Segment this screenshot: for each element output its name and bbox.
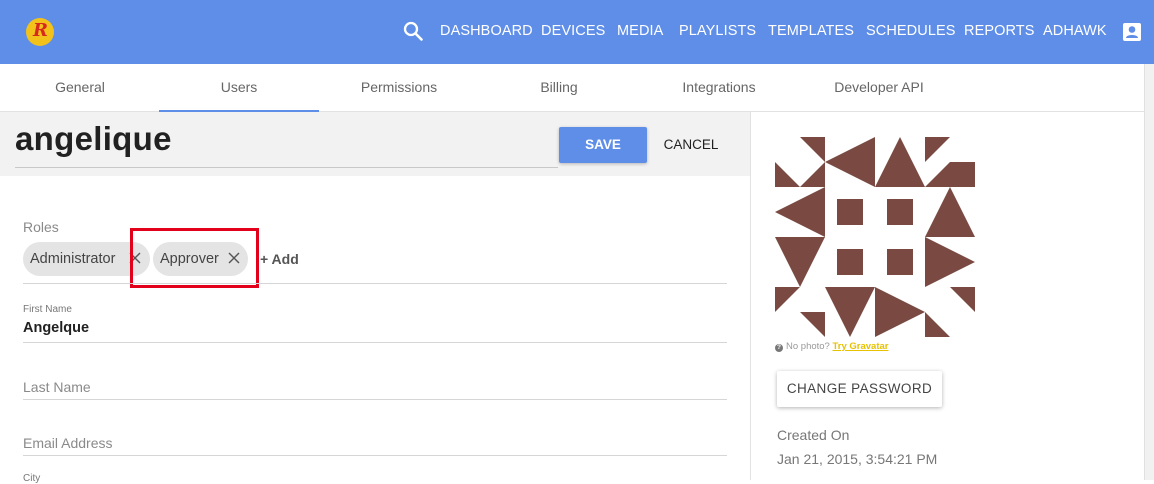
help-icon: ? — [775, 344, 783, 352]
nav-devices[interactable]: DEVICES — [541, 23, 605, 39]
roles-underline — [23, 283, 727, 284]
settings-tabs: General Users Permissions Billing Integr… — [0, 64, 1144, 112]
first-name-label: First Name — [23, 304, 72, 315]
nav-playlists[interactable]: PLAYLISTS — [679, 23, 756, 39]
avatar — [775, 137, 975, 337]
tab-general[interactable]: General — [0, 64, 160, 112]
no-photo-note: ? No photo? Try Gravatar — [775, 341, 888, 352]
email-field[interactable]: Email Address — [23, 435, 112, 451]
first-name-underline — [23, 342, 727, 343]
city-label: City — [23, 473, 41, 484]
last-name-field[interactable]: Last Name — [23, 379, 91, 395]
top-navigation-bar: R DASHBOARD DEVICES MEDIA PLAYLISTS TEMP… — [0, 0, 1154, 64]
tab-integrations[interactable]: Integrations — [639, 64, 799, 112]
no-photo-text: No photo? — [786, 341, 830, 352]
role-chip-label: Administrator — [30, 251, 116, 267]
highlight-box — [130, 228, 259, 288]
nav-media[interactable]: MEDIA — [617, 23, 663, 39]
tab-billing[interactable]: Billing — [479, 64, 639, 112]
tab-developer-api[interactable]: Developer API — [799, 64, 959, 112]
gravatar-link[interactable]: Try Gravatar — [832, 341, 888, 352]
page-scrollbar[interactable] — [1144, 64, 1154, 480]
nav-adhawk[interactable]: ADHAWK — [1043, 23, 1107, 39]
username-underline — [15, 167, 558, 168]
nav-templates[interactable]: TEMPLATES — [768, 23, 854, 39]
account-icon[interactable] — [1122, 22, 1142, 42]
tab-users[interactable]: Users — [159, 64, 319, 112]
nav-dashboard[interactable]: DASHBOARD — [440, 23, 533, 39]
created-on-value: Jan 21, 2015, 3:54:21 PM — [777, 451, 938, 467]
app-logo[interactable]: R — [26, 18, 54, 46]
first-name-field[interactable]: Angelque — [23, 320, 89, 336]
logo-letter: R — [33, 20, 48, 41]
cancel-button[interactable]: CANCEL — [657, 127, 725, 163]
identicon-pattern — [775, 137, 975, 337]
save-button[interactable]: SAVE — [559, 127, 647, 163]
panel-divider — [750, 112, 751, 480]
last-name-underline — [23, 399, 727, 400]
tab-permissions[interactable]: Permissions — [319, 64, 479, 112]
change-password-button[interactable]: CHANGE PASSWORD — [777, 371, 942, 407]
add-role-button[interactable]: + Add — [260, 251, 299, 267]
created-on-label: Created On — [777, 427, 850, 443]
email-underline — [23, 455, 727, 456]
nav-reports[interactable]: REPORTS — [964, 23, 1035, 39]
username-field[interactable]: angelique — [15, 120, 172, 158]
search-icon[interactable] — [403, 21, 423, 41]
nav-schedules[interactable]: SCHEDULES — [866, 23, 956, 39]
roles-label: Roles — [23, 219, 59, 235]
